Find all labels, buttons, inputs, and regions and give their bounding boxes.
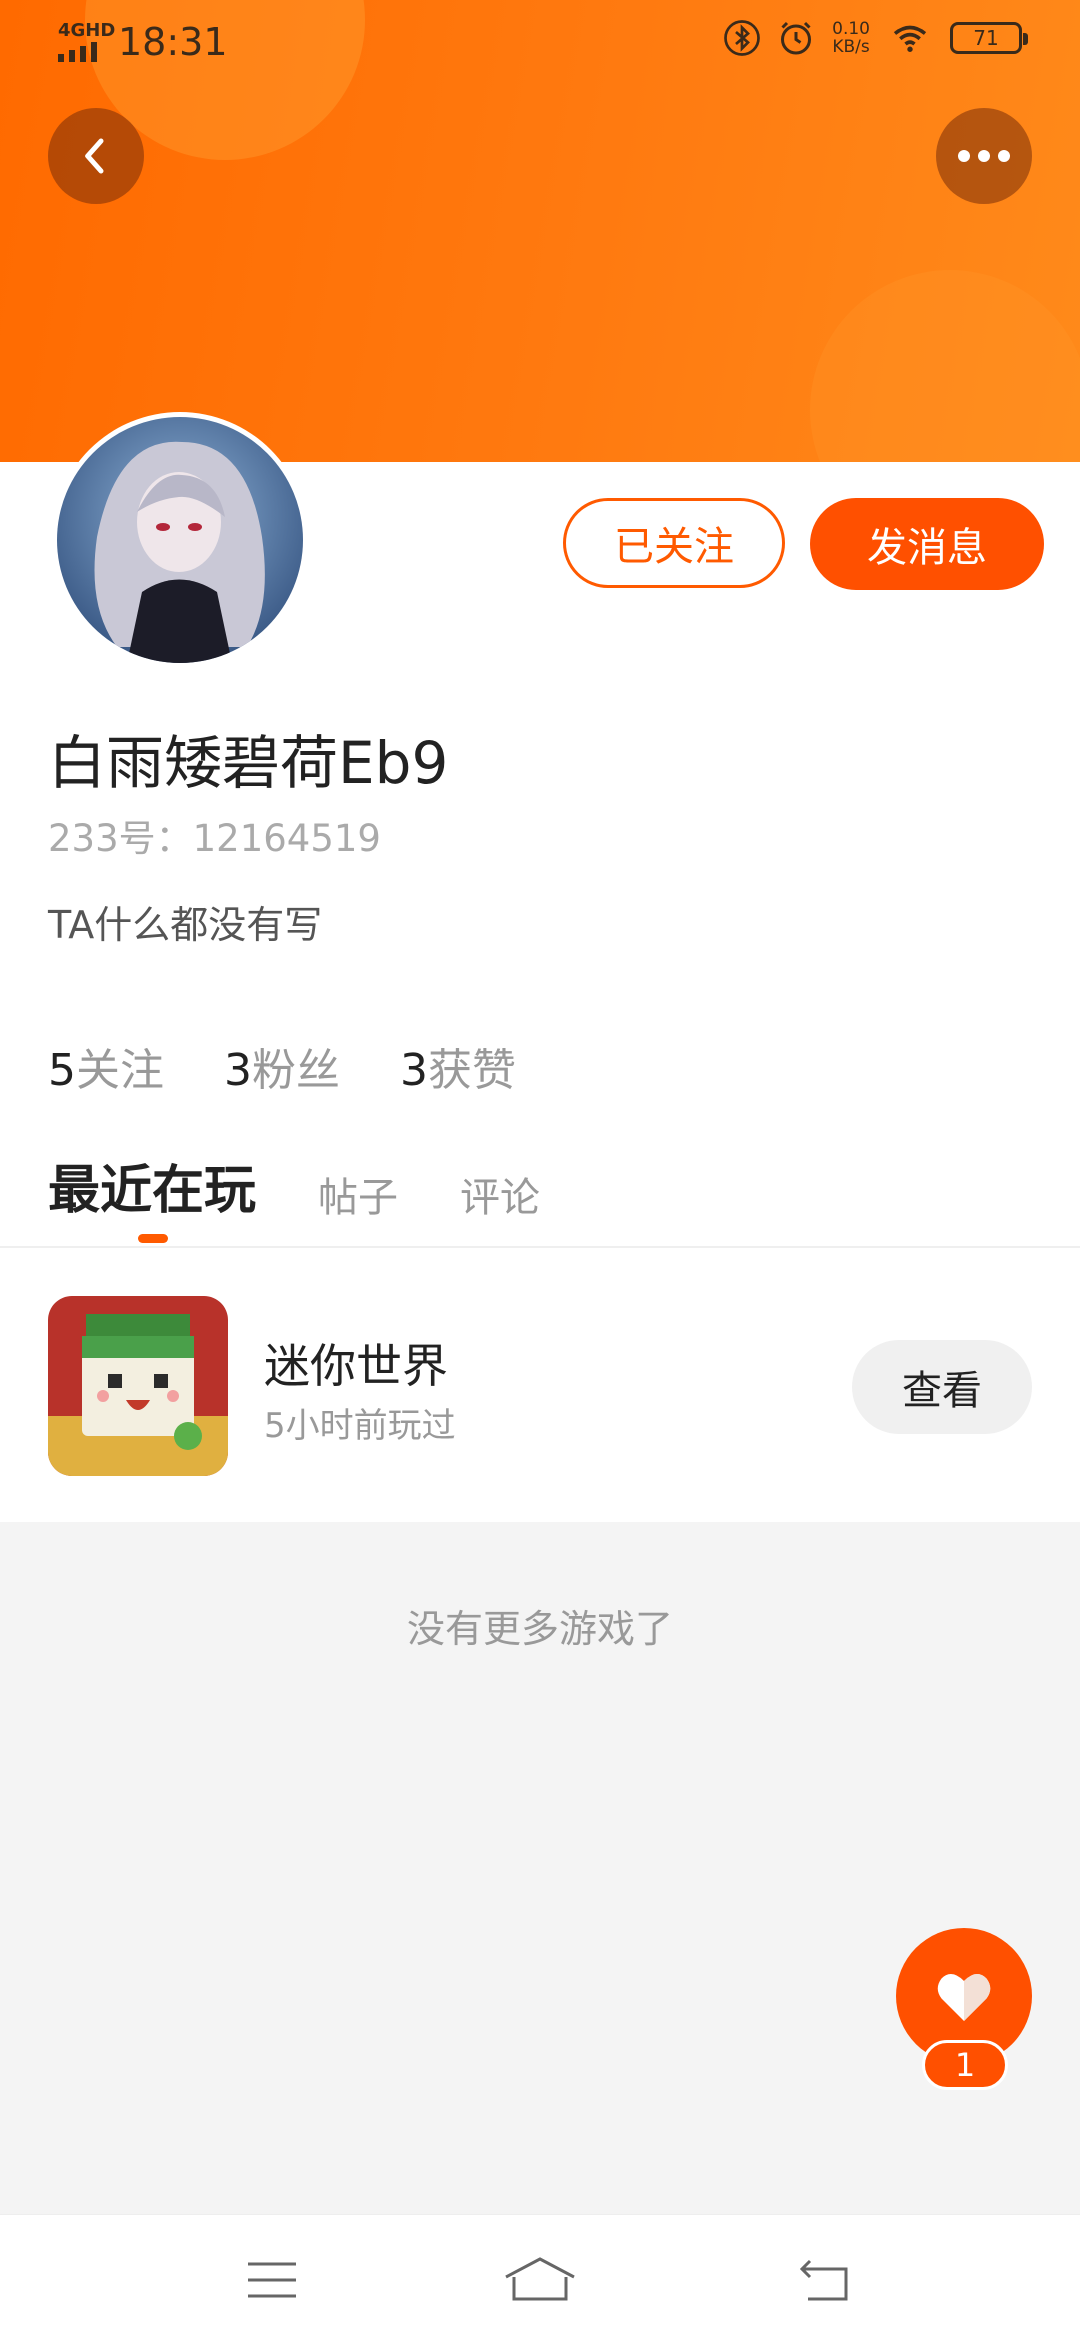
- more-button[interactable]: [936, 108, 1032, 204]
- username: 白雨矮碧荷Eb9: [48, 729, 449, 797]
- back-button[interactable]: [48, 108, 144, 204]
- return-icon: [799, 2259, 848, 2301]
- home-nav-button[interactable]: [500, 2245, 580, 2315]
- speed-unit: KB/s: [832, 37, 870, 57]
- no-more-text: 没有更多游戏了: [406, 1607, 673, 1651]
- avatar[interactable]: [52, 412, 308, 668]
- game-last-played: 5小时前玩过: [264, 1406, 456, 1446]
- avatar-image: [57, 417, 303, 663]
- tab-posts[interactable]: 帖子: [318, 1165, 398, 1223]
- stat-following-label: 关注: [76, 1045, 164, 1096]
- view-game-button[interactable]: 查看: [852, 1340, 1032, 1434]
- alarm-icon: [781, 21, 812, 55]
- stat-fans-label: 粉丝: [252, 1045, 340, 1096]
- back-nav-button[interactable]: [784, 2245, 864, 2315]
- stat-likes[interactable]: 3获赞: [400, 1034, 516, 1098]
- system-nav-bar: [0, 2214, 1080, 2340]
- followed-button[interactable]: 已关注: [563, 498, 785, 588]
- more-dots-icon: [958, 150, 1010, 162]
- stat-following[interactable]: 5关注: [48, 1034, 164, 1098]
- game-icon[interactable]: [48, 1296, 228, 1476]
- network-speed: 0.10 KB/s: [832, 20, 870, 56]
- heart-icon: [937, 1974, 991, 2021]
- stat-likes-label: 获赞: [428, 1045, 516, 1096]
- tab-indicator: [138, 1234, 168, 1243]
- game-icon-image: [48, 1296, 228, 1476]
- profile-tabs: 最近在玩 帖子 评论: [48, 1148, 540, 1223]
- tab-recently-played[interactable]: 最近在玩: [48, 1148, 256, 1223]
- stat-likes-count: 3: [400, 1045, 428, 1096]
- chevron-left-icon: [85, 138, 104, 174]
- network-type: 4GHD: [58, 20, 116, 41]
- bluetooth-icon: [724, 20, 760, 56]
- home-icon: [505, 2257, 575, 2301]
- stat-fans-count: 3: [224, 1045, 252, 1096]
- signal-icon: [58, 42, 97, 62]
- like-count-badge: 1: [922, 2040, 1008, 2090]
- banner-decoration: [810, 270, 1080, 462]
- wifi-icon: [893, 25, 927, 52]
- battery-icon: 71: [950, 22, 1028, 54]
- tab-comments[interactable]: 评论: [460, 1165, 540, 1223]
- stat-fans[interactable]: 3粉丝: [224, 1034, 340, 1098]
- send-message-button[interactable]: 发消息: [810, 498, 1044, 590]
- stat-following-count: 5: [48, 1045, 76, 1096]
- divider: [0, 1246, 1080, 1248]
- menu-icon: [248, 2262, 296, 2298]
- user-bio: TA什么都没有写: [48, 903, 323, 947]
- status-bar: 4GHD 18:31 0.10 KB/s 71: [0, 0, 1080, 84]
- clock: 18:31: [118, 20, 228, 64]
- user-id: 233号：12164519: [48, 817, 381, 860]
- profile-stats: 5关注 3粉丝 3获赞: [48, 1034, 516, 1098]
- game-title: 迷你世界: [264, 1339, 448, 1393]
- menu-nav-button[interactable]: [232, 2245, 312, 2315]
- speed-value: 0.10: [832, 19, 870, 39]
